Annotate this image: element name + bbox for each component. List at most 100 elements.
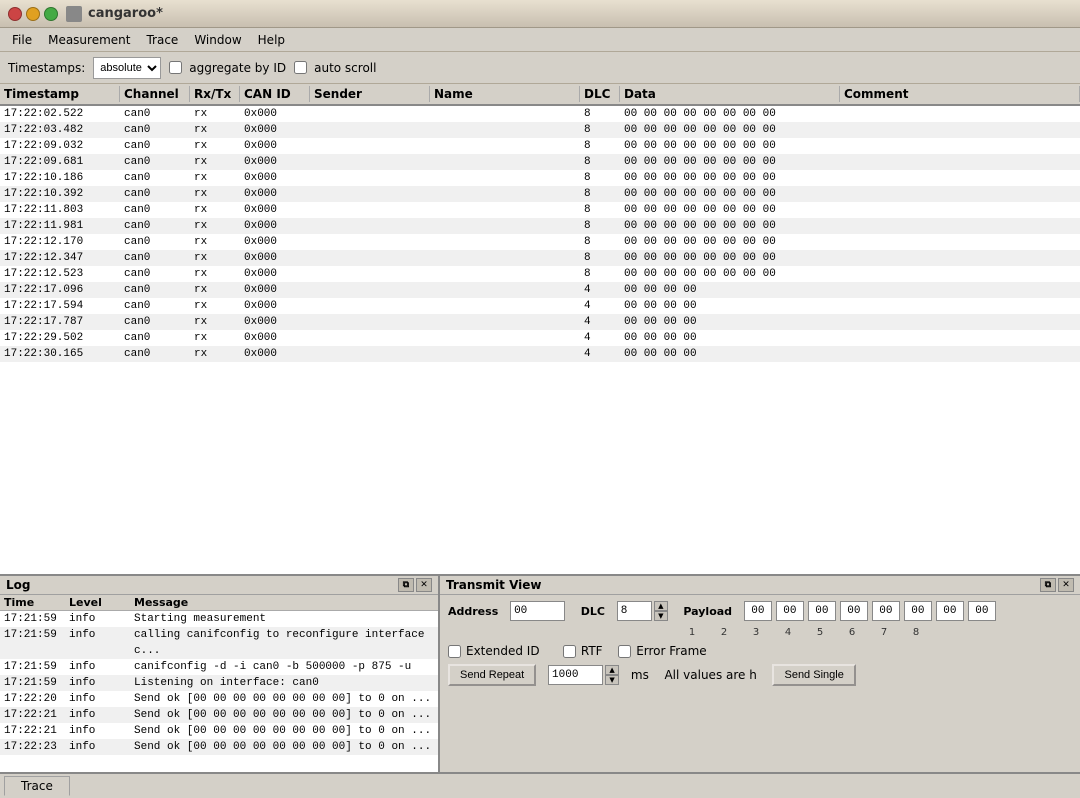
cell-name: [430, 106, 580, 122]
cell-channel: can0: [120, 106, 190, 122]
menu-file[interactable]: File: [4, 31, 40, 49]
cell-name: [430, 330, 580, 346]
extended-id-checkbox[interactable]: [448, 645, 461, 658]
log-cell-level: info: [65, 627, 130, 659]
extended-id-label[interactable]: Extended ID: [448, 644, 540, 658]
cell-channel: can0: [120, 282, 190, 298]
list-item: 17:22:20 info Send ok [00 00 00 00 00 00…: [0, 691, 438, 707]
rtf-label[interactable]: RTF: [563, 644, 603, 658]
cell-rxtx: rx: [190, 266, 240, 282]
payload-num-7: 7: [870, 627, 898, 638]
aggregate-label[interactable]: aggregate by ID: [169, 61, 286, 75]
menu-trace[interactable]: Trace: [138, 31, 186, 49]
cell-sender: [310, 106, 430, 122]
cell-name: [430, 346, 580, 362]
table-row: 17:22:11.981 can0 rx 0x000 8 00 00 00 00…: [0, 218, 1080, 234]
payload-byte-3[interactable]: [808, 601, 836, 621]
cell-channel: can0: [120, 218, 190, 234]
transmit-close-button[interactable]: ✕: [1058, 578, 1074, 592]
log-header-buttons: ⧉ ✕: [398, 578, 432, 592]
cell-rxtx: rx: [190, 202, 240, 218]
payload-byte-5[interactable]: [872, 601, 900, 621]
cell-comment: [840, 282, 1080, 298]
cell-name: [430, 170, 580, 186]
cell-data: 00 00 00 00: [620, 298, 840, 314]
timestamps-select[interactable]: absolute relative delta: [93, 57, 161, 79]
transmit-float-button[interactable]: ⧉: [1040, 578, 1056, 592]
dlc-input[interactable]: [617, 601, 652, 621]
cell-canid: 0x000: [240, 138, 310, 154]
cell-rxtx: rx: [190, 170, 240, 186]
cell-channel: can0: [120, 186, 190, 202]
log-close-button[interactable]: ✕: [416, 578, 432, 592]
trace-body[interactable]: 17:22:02.522 can0 rx 0x000 8 00 00 00 00…: [0, 106, 1080, 574]
cell-data: 00 00 00 00 00 00 00 00: [620, 266, 840, 282]
log-body[interactable]: 17:21:59 info Starting measurement 17:21…: [0, 611, 438, 772]
dlc-spinner[interactable]: ▲ ▼: [654, 601, 668, 621]
log-cell-message: Starting measurement: [130, 611, 438, 627]
cell-dlc: 8: [580, 122, 620, 138]
log-cell-time: 17:22:23: [0, 739, 65, 755]
table-row: 17:22:12.347 can0 rx 0x000 8 00 00 00 00…: [0, 250, 1080, 266]
send-repeat-spinner[interactable]: ▲ ▼: [605, 665, 619, 685]
cell-comment: [840, 218, 1080, 234]
cell-channel: can0: [120, 170, 190, 186]
payload-byte-2[interactable]: [776, 601, 804, 621]
error-frame-checkbox[interactable]: [618, 645, 631, 658]
cell-rxtx: rx: [190, 314, 240, 330]
log-cell-level: info: [65, 739, 130, 755]
cell-canid: 0x000: [240, 266, 310, 282]
autoscroll-checkbox[interactable]: [294, 61, 307, 74]
col-dlc: DLC: [580, 86, 620, 102]
maximize-button[interactable]: [44, 7, 58, 21]
send-single-button[interactable]: Send Single: [772, 664, 855, 686]
menu-help[interactable]: Help: [250, 31, 293, 49]
payload-byte-1[interactable]: [744, 601, 772, 621]
col-sender: Sender: [310, 86, 430, 102]
cell-rxtx: rx: [190, 330, 240, 346]
status-tab-trace[interactable]: Trace: [4, 776, 70, 796]
payload-byte-8[interactable]: [968, 601, 996, 621]
send-repeat-down[interactable]: ▼: [605, 675, 619, 685]
log-cell-message: canifconfig -d -i can0 -b 500000 -p 875 …: [130, 659, 438, 675]
close-button[interactable]: [8, 7, 22, 21]
cell-comment: [840, 202, 1080, 218]
cell-canid: 0x000: [240, 106, 310, 122]
cell-sender: [310, 170, 430, 186]
menu-window[interactable]: Window: [186, 31, 249, 49]
dlc-up[interactable]: ▲: [654, 601, 668, 611]
send-repeat-up[interactable]: ▲: [605, 665, 619, 675]
list-item: 17:21:59 info Starting measurement: [0, 611, 438, 627]
cell-dlc: 4: [580, 298, 620, 314]
log-col-time: Time: [0, 596, 65, 609]
payload-byte-6[interactable]: [904, 601, 932, 621]
error-frame-label[interactable]: Error Frame: [618, 644, 706, 658]
cell-name: [430, 122, 580, 138]
payload-byte-7[interactable]: [936, 601, 964, 621]
table-row: 17:22:11.803 can0 rx 0x000 8 00 00 00 00…: [0, 202, 1080, 218]
send-repeat-interval[interactable]: [548, 665, 603, 685]
cell-sender: [310, 282, 430, 298]
cell-sender: [310, 218, 430, 234]
autoscroll-label[interactable]: auto scroll: [294, 61, 376, 75]
payload-byte-4[interactable]: [840, 601, 868, 621]
log-panel-header: Log ⧉ ✕: [0, 576, 438, 595]
cell-data: 00 00 00 00: [620, 346, 840, 362]
aggregate-checkbox[interactable]: [169, 61, 182, 74]
minimize-button[interactable]: [26, 7, 40, 21]
payload-num-3: 3: [742, 627, 770, 638]
address-input[interactable]: [510, 601, 565, 621]
log-cell-time: 17:22:21: [0, 723, 65, 739]
send-repeat-button[interactable]: Send Repeat: [448, 664, 536, 686]
cell-data: 00 00 00 00 00 00 00 00: [620, 170, 840, 186]
log-cell-message: Send ok [00 00 00 00 00 00 00 00] to 0 o…: [130, 707, 438, 723]
col-timestamp: Timestamp: [0, 86, 120, 102]
payload-num-5: 5: [806, 627, 834, 638]
menu-measurement[interactable]: Measurement: [40, 31, 138, 49]
cell-data: 00 00 00 00 00 00 00 00: [620, 250, 840, 266]
log-float-button[interactable]: ⧉: [398, 578, 414, 592]
address-label: Address: [448, 605, 498, 618]
rtf-checkbox[interactable]: [563, 645, 576, 658]
cell-dlc: 4: [580, 282, 620, 298]
dlc-down[interactable]: ▼: [654, 611, 668, 621]
